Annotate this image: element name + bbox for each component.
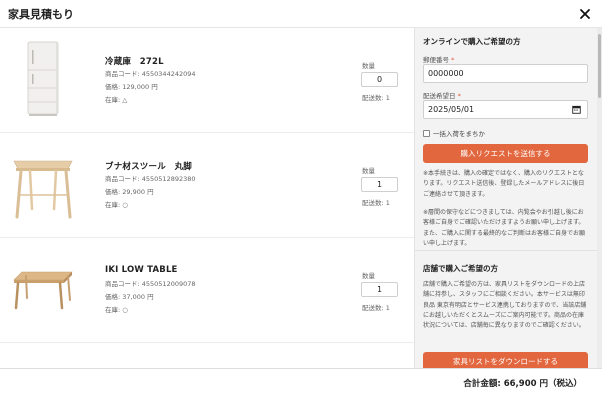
date-label-text: 配送希望日 — [423, 92, 456, 100]
total-amount: 合計金額: 66,900 円（税込） — [463, 379, 582, 389]
item-stock: 在庫: ○ — [105, 201, 128, 209]
item-code: 商品コード: 4550512009078 — [105, 280, 196, 288]
postal-label: 郵便番号 * — [423, 54, 454, 64]
item-stock: 在庫: ○ — [105, 306, 128, 314]
online-heading: オンラインで購入ご希望の方 — [423, 37, 521, 46]
quantity-label: 数量 — [362, 272, 375, 280]
bulk-delivery-label: 一括入荷をまちか — [433, 130, 485, 138]
bulk-delivery-checkbox-row[interactable]: 一括入荷をまちか — [423, 128, 485, 138]
quantity-label: 数量 — [362, 62, 375, 70]
low-table-image — [13, 271, 73, 310]
scroll-thumb[interactable] — [598, 34, 601, 98]
ship-count: 配送数: 1 — [362, 94, 390, 102]
date-label: 配送希望日 * — [423, 90, 461, 100]
item-name: 冷蔵庫 272L — [105, 57, 164, 67]
quantity-label: 数量 — [362, 167, 375, 175]
close-icon[interactable] — [578, 7, 592, 21]
online-note: ※本手続きは、購入の確定ではなく、購入のリクエストとなります。リクエスト送信後、… — [423, 170, 585, 198]
footer: 合計金額: 66,900 円（税込） — [0, 368, 602, 396]
ship-count: 配送数: 1 — [362, 199, 390, 207]
delivery-date-value: 2025/05/01 — [428, 105, 475, 114]
required-mark: * — [451, 56, 455, 64]
quantity-input[interactable]: 0 — [361, 72, 398, 87]
online-disclaimer: ※層間の保守などにつきましては、内覧会やお引越し後にお客様ご自身でご確認いただけ… — [423, 209, 586, 247]
scrollbar[interactable] — [597, 28, 602, 368]
item-code: 商品コード: 4550344242094 — [105, 70, 196, 78]
stool-image — [13, 160, 73, 219]
store-note: 店舗で購入ご希望の方は、家具リストをダウンロードの上店舗に持参し、スタッフにご相… — [423, 281, 587, 330]
modal-header: 家具見積もり — [0, 0, 602, 28]
item-name: ブナ材スツール 丸脚 — [105, 162, 193, 172]
item-list: 冷蔵庫 272L 商品コード: 4550344242094 価格: 129,00… — [0, 28, 414, 368]
list-item: 冷蔵庫 272L 商品コード: 4550344242094 価格: 129,00… — [0, 28, 414, 133]
quantity-input[interactable]: 1 — [361, 282, 398, 297]
quantity-input[interactable]: 1 — [361, 177, 398, 192]
list-item: IKI LOW TABLE 商品コード: 4550512009078 価格: 3… — [0, 238, 414, 343]
submit-request-button[interactable]: 購入リクエストを送信する — [423, 144, 588, 163]
section-divider — [415, 250, 602, 251]
calendar-icon[interactable] — [572, 105, 581, 114]
modal-title: 家具見積もり — [8, 8, 74, 21]
postal-label-text: 郵便番号 — [423, 56, 449, 64]
delivery-date-input[interactable]: 2025/05/01 — [423, 100, 588, 119]
bulk-delivery-checkbox[interactable] — [423, 130, 430, 137]
store-heading: 店舗で購入ご希望の方 — [423, 264, 498, 273]
item-price: 価格: 29,900 円 — [105, 188, 154, 196]
item-price: 価格: 129,000 円 — [105, 83, 158, 91]
postal-code-input[interactable]: 0000000 — [423, 64, 588, 83]
purchase-panel: オンラインで購入ご希望の方 郵便番号 * 0000000 配送希望日 * 202… — [414, 28, 602, 368]
required-mark: * — [457, 92, 461, 100]
refrigerator-image — [27, 41, 59, 116]
list-item: ブナ材スツール 丸脚 商品コード: 4550512892380 価格: 29,9… — [0, 133, 414, 238]
item-stock: 在庫: △ — [105, 96, 128, 104]
item-name: IKI LOW TABLE — [105, 265, 178, 275]
item-code: 商品コード: 4550512892380 — [105, 175, 196, 183]
ship-count: 配送数: 1 — [362, 304, 390, 312]
download-list-button[interactable]: 家具リストをダウンロードする — [423, 352, 588, 368]
item-price: 価格: 37,000 円 — [105, 293, 154, 301]
